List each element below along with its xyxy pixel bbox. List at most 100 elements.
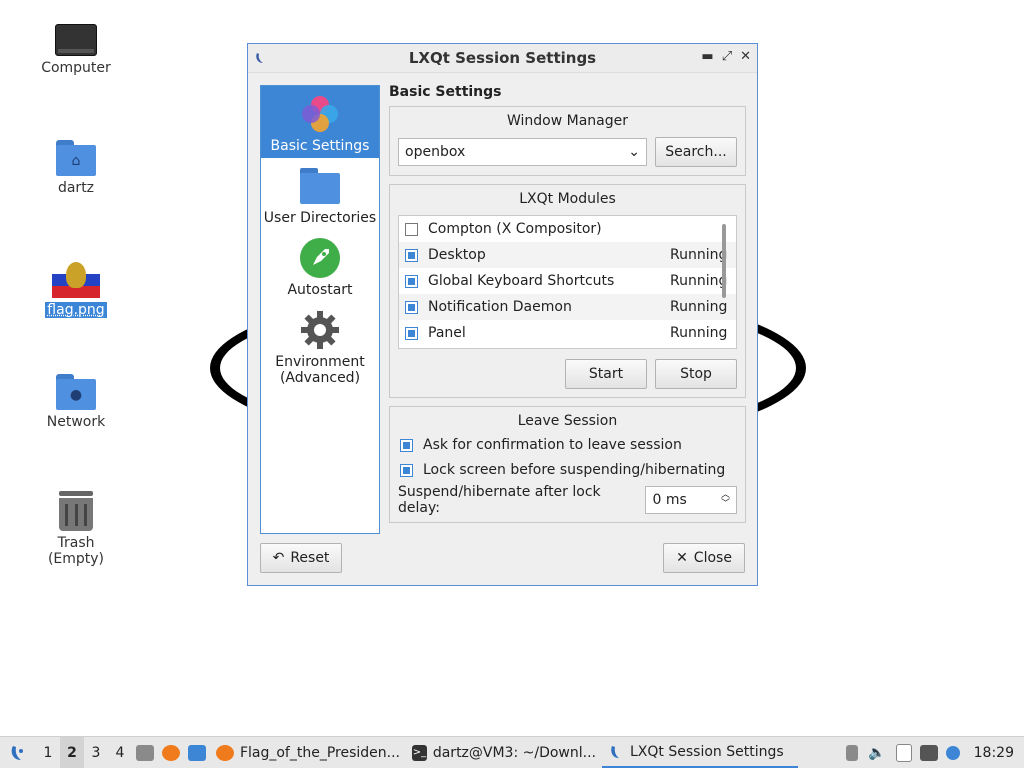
desktop-icon-network[interactable]: ● Network	[26, 374, 126, 430]
window-manager-select[interactable]: openbox ⌄	[398, 138, 647, 166]
sidebar-item-label: User Directories	[263, 210, 377, 226]
firefox-icon	[162, 744, 180, 761]
file-manager-icon	[136, 744, 154, 761]
gear-icon	[298, 308, 342, 352]
desktop-icon-label: flag.png	[45, 302, 107, 318]
group-title: LXQt Modules	[519, 191, 616, 207]
desktop-icon-label: Network	[46, 414, 106, 430]
task-session-settings[interactable]: LXQt Session Settings	[602, 737, 798, 768]
modules-list: Compton (X Compositor) Desktop Running G…	[398, 215, 737, 349]
modules-group: LXQt Modules Compton (X Compositor) Desk…	[389, 184, 746, 398]
task-flag-image[interactable]: Flag_of_the_Presiden...	[210, 737, 406, 768]
rocket-icon	[298, 236, 342, 280]
search-button[interactable]: Search...	[655, 137, 737, 167]
stop-button[interactable]: Stop	[655, 359, 737, 389]
desktop-icon-home[interactable]: ⌂ dartz	[26, 140, 126, 196]
clock[interactable]: 18:29	[964, 737, 1024, 768]
chevron-down-icon: ⌄	[628, 144, 640, 160]
settings-sidebar: Basic Settings User Directories Autostar…	[260, 85, 380, 534]
desktop-switch-2[interactable]: 2	[60, 737, 84, 768]
lxqt-logo-icon	[611, 745, 619, 758]
module-checkbox[interactable]	[405, 326, 418, 340]
home-folder-icon: ⌂	[56, 140, 96, 176]
sidebar-item-label: Environment (Advanced)	[275, 354, 365, 386]
desktop-icon-trash[interactable]: Trash (Empty)	[26, 491, 126, 567]
desktop-icon-label: dartz	[57, 180, 95, 196]
desktop-icon-label: Trash (Empty)	[47, 535, 105, 567]
computer-icon	[55, 24, 97, 56]
desktop-switch-3[interactable]: 3	[84, 737, 108, 768]
list-item[interactable]: Desktop Running	[399, 242, 736, 268]
taskbar: 1 2 3 4 Flag_of_the_Presiden... >_ dartz…	[0, 736, 1024, 768]
close-button[interactable]: ✕ Close	[663, 543, 745, 573]
tray-volume[interactable]: 🔈	[862, 737, 891, 768]
lock-screen-label: Lock screen before suspending/hibernatin…	[423, 462, 726, 478]
sidebar-item-autostart[interactable]: Autostart	[261, 230, 379, 302]
tray-storage[interactable]	[842, 737, 862, 768]
module-checkbox[interactable]	[405, 274, 418, 288]
title-bar[interactable]: LXQt Session Settings ▬ ⤢ ✕	[248, 44, 757, 73]
desktop-switch-1[interactable]: 1	[36, 737, 60, 768]
task-terminal[interactable]: >_ dartz@VM3: ~/Downl...	[406, 737, 602, 768]
close-icon[interactable]: ✕	[740, 49, 751, 64]
show-desktop-icon	[188, 744, 206, 761]
notification-icon	[945, 745, 960, 760]
ask-confirmation-label: Ask for confirmation to leave session	[423, 437, 682, 453]
window-title: LXQt Session Settings	[408, 49, 597, 67]
restore-icon[interactable]: ⤢	[722, 49, 732, 64]
sidebar-item-user-directories[interactable]: User Directories	[261, 158, 379, 230]
sidebar-item-label: Autostart	[287, 282, 353, 298]
desktop-icon-label: Computer	[41, 60, 111, 76]
group-title: Leave Session	[517, 413, 618, 429]
ask-confirmation-checkbox[interactable]	[400, 438, 413, 452]
list-item[interactable]: Compton (X Compositor)	[399, 216, 736, 242]
lxqt-menu-icon	[11, 745, 23, 760]
tray-clipboard[interactable]	[892, 737, 916, 768]
start-button[interactable]: Start	[565, 359, 647, 389]
spin-arrows-icon[interactable]: ︿ ﹀	[721, 491, 730, 509]
trash-icon	[59, 491, 93, 531]
ask-confirmation-option[interactable]: Ask for confirmation to leave session	[398, 437, 737, 453]
session-settings-dialog: LXQt Session Settings ▬ ⤢ ✕ Basic Settin…	[247, 43, 758, 586]
list-item[interactable]: Panel Running	[399, 320, 736, 346]
lock-screen-option[interactable]: Lock screen before suspending/hibernatin…	[398, 462, 737, 478]
quicklaunch-file-manager[interactable]	[132, 737, 158, 768]
lock-delay-label: Suspend/hibernate after lock delay:	[398, 484, 601, 516]
undo-icon: ↶	[272, 550, 285, 566]
quicklaunch-show-desktop[interactable]	[184, 737, 210, 768]
window-manager-value: openbox	[405, 144, 466, 160]
module-checkbox[interactable]	[405, 248, 418, 262]
list-item[interactable]: Notification Daemon Running	[399, 294, 736, 320]
tray-network[interactable]	[916, 737, 942, 768]
module-checkbox[interactable]	[405, 300, 418, 314]
lock-screen-checkbox[interactable]	[400, 463, 413, 477]
window-manager-group: Window Manager openbox ⌄ Search...	[389, 106, 746, 176]
folder-icon	[298, 164, 342, 208]
main-menu-button[interactable]	[0, 737, 36, 768]
modules-scrollbar[interactable]	[716, 220, 734, 344]
settings-content: Basic Settings Window Manager openbox ⌄ …	[389, 84, 746, 531]
group-title: Window Manager	[506, 113, 629, 129]
desktop-switch-4[interactable]: 4	[108, 737, 132, 768]
desktop-icon-computer[interactable]: Computer	[26, 24, 126, 76]
desktop-icon-flag[interactable]: flag.png	[26, 262, 126, 318]
storage-icon	[846, 744, 859, 761]
network-icon	[919, 744, 938, 761]
module-checkbox[interactable]	[405, 222, 418, 236]
firefox-icon	[216, 744, 234, 761]
clipboard-icon	[895, 743, 912, 762]
leave-session-group: Leave Session Ask for confirmation to le…	[389, 406, 746, 523]
lock-delay-value: 0 ms	[652, 492, 687, 508]
page-title: Basic Settings	[389, 84, 502, 100]
quicklaunch-firefox[interactable]	[158, 737, 184, 768]
lock-delay-spinbox[interactable]: 0 ms ︿ ﹀	[645, 486, 737, 514]
sidebar-item-basic-settings[interactable]: Basic Settings	[261, 86, 379, 158]
close-icon: ✕	[676, 550, 688, 566]
reset-button[interactable]: ↶ Reset	[260, 543, 342, 573]
minimize-icon[interactable]: ▬	[701, 49, 713, 64]
sidebar-item-label: Basic Settings	[270, 138, 370, 154]
network-folder-icon: ●	[56, 374, 96, 410]
tray-updates[interactable]	[942, 737, 964, 768]
list-item[interactable]: Global Keyboard Shortcuts Running	[399, 268, 736, 294]
sidebar-item-environment[interactable]: Environment (Advanced)	[261, 302, 379, 390]
